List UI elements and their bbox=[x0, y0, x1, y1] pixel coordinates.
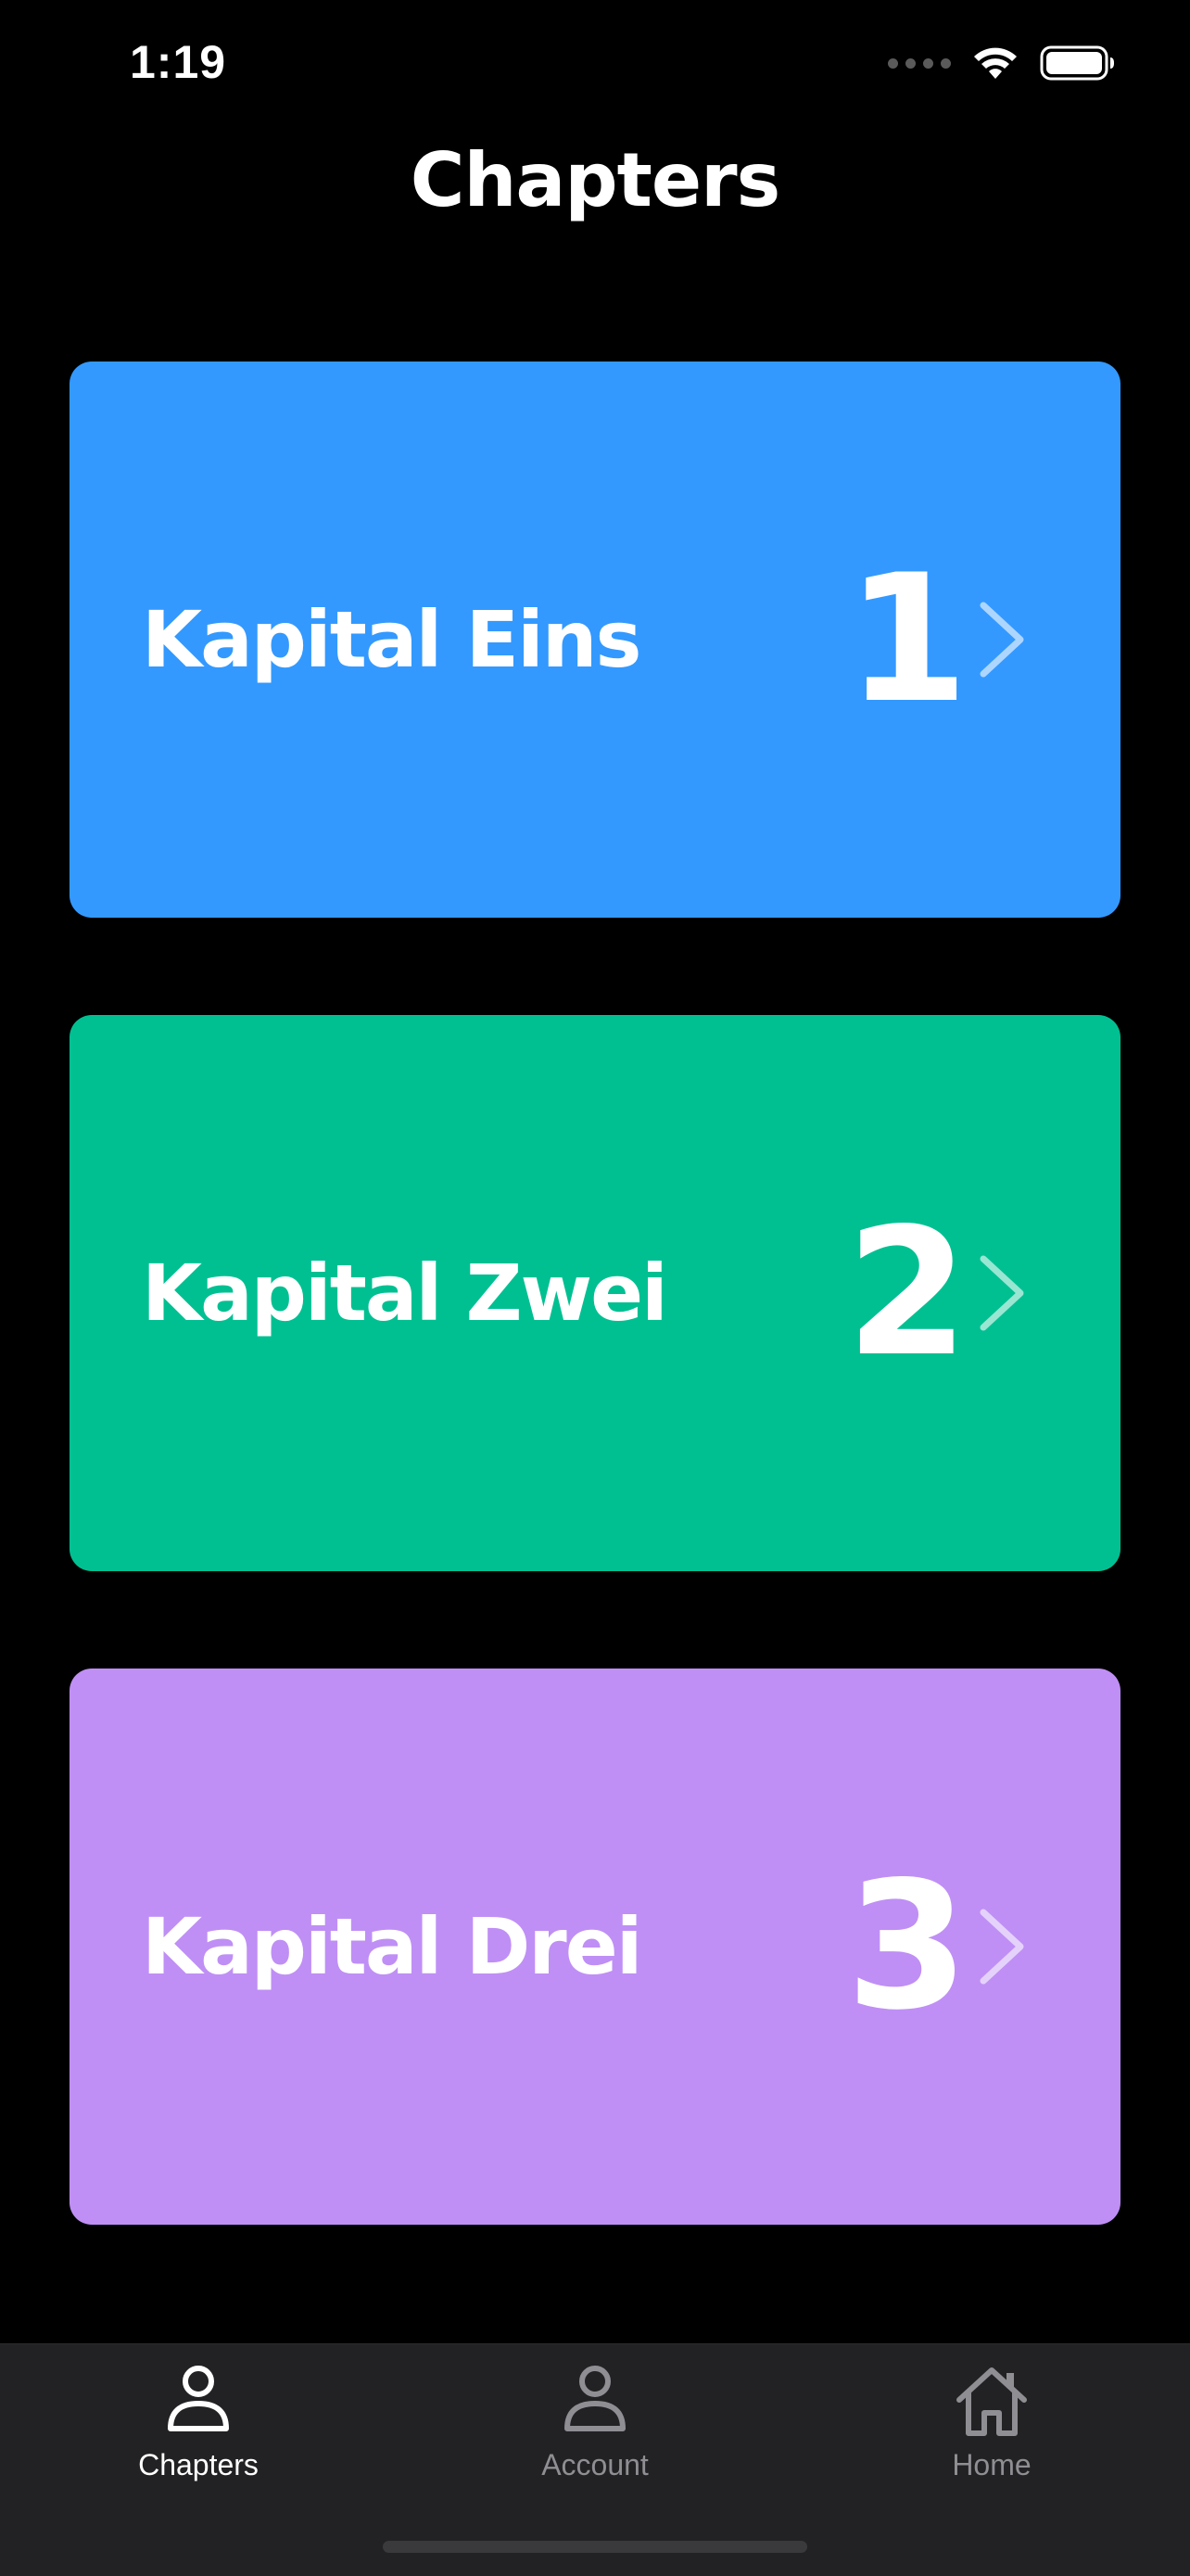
status-icons bbox=[888, 44, 1116, 82]
wifi-icon bbox=[974, 47, 1017, 79]
home-indicator bbox=[383, 2541, 807, 2553]
tab-label: Chapters bbox=[138, 2448, 259, 2481]
person-icon bbox=[168, 2366, 229, 2431]
chapter-card-3[interactable]: Kapital Drei 3 bbox=[70, 1669, 1120, 2225]
chapter-title: Kapital Zwei bbox=[142, 1248, 668, 1339]
chapter-title: Kapital Eins bbox=[142, 594, 642, 685]
tab-chapters[interactable]: Chapters bbox=[59, 2361, 337, 2500]
tab-home[interactable]: Home bbox=[853, 2361, 1131, 2500]
chapter-title: Kapital Drei bbox=[142, 1901, 642, 1992]
chapter-card-1[interactable]: Kapital Eins 1 bbox=[70, 362, 1120, 918]
chevron-right-icon bbox=[980, 1255, 1024, 1331]
status-time: 1:19 bbox=[130, 36, 227, 88]
chevron-right-icon bbox=[980, 602, 1024, 678]
tab-account[interactable]: Account bbox=[456, 2361, 734, 2500]
chapter-card-2[interactable]: Kapital Zwei 2 bbox=[70, 1015, 1120, 1571]
battery-icon bbox=[1040, 45, 1114, 81]
tab-label: Account bbox=[541, 2448, 649, 2481]
chapter-number: 3 bbox=[845, 1844, 969, 2049]
tab-label: Home bbox=[952, 2448, 1032, 2481]
chapter-number: 2 bbox=[845, 1190, 969, 1395]
person-icon bbox=[564, 2366, 626, 2431]
chapter-list: Kapital Eins 1 Kapital Zwei 2 Kapital Dr… bbox=[70, 362, 1120, 2322]
house-icon bbox=[956, 2367, 1027, 2436]
page-title: Chapters bbox=[410, 137, 780, 223]
chapter-number: 1 bbox=[845, 537, 969, 742]
cellular-signal-icon bbox=[888, 57, 951, 69]
chevron-right-icon bbox=[980, 1909, 1024, 1985]
status-bar: 1:19 bbox=[0, 0, 1190, 130]
